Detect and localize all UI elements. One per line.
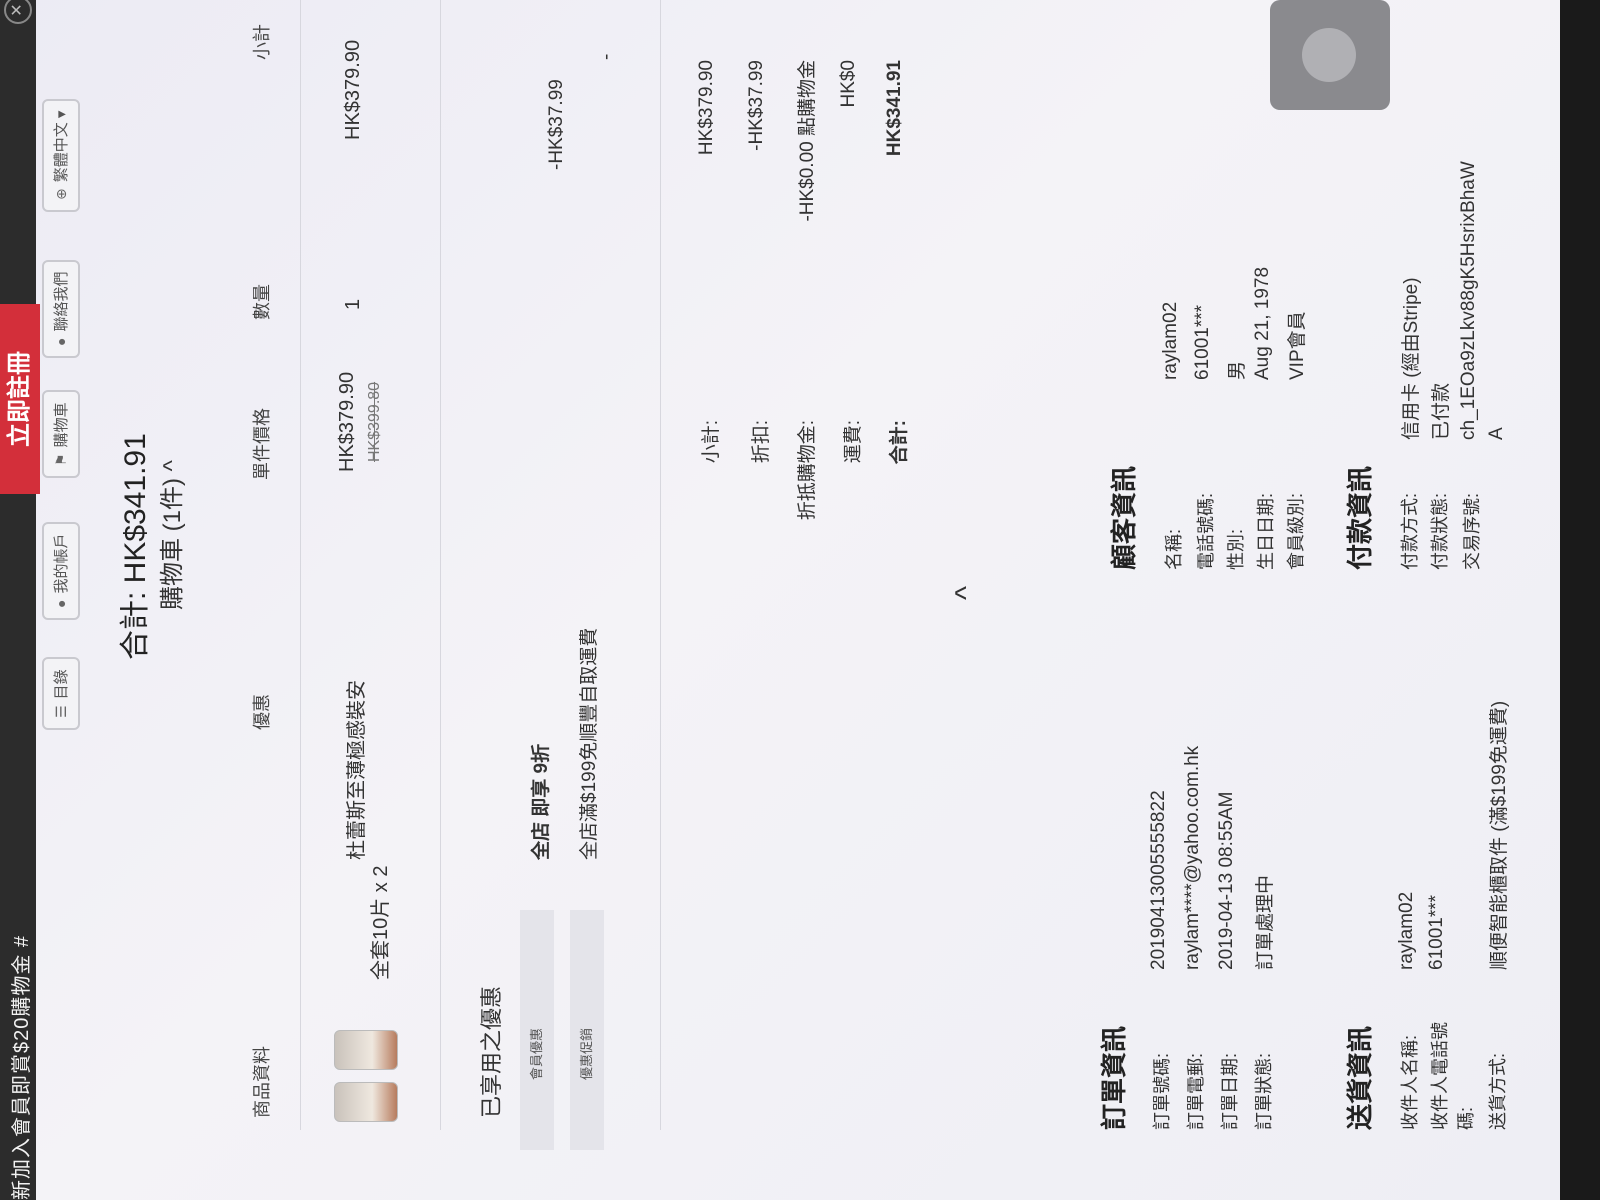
header-unit-price: 單件價格 [252,408,272,480]
divider [440,0,441,1130]
cart-total-heading: 合計: HK$341.91 [119,433,152,660]
offer-amount: - [596,53,617,60]
customer-level-label: 會員級別: [1286,492,1306,570]
shipping-label: 運費: [843,420,864,464]
payment-status: 已付款 [1431,382,1452,440]
customer-level: VIP會員 [1287,311,1308,380]
customer-birthday-label: 生日日期: [1256,492,1276,570]
order-number-label: 訂單號碼: [1152,1052,1172,1130]
nav-menu-label: 目錄 [53,669,70,700]
nav-contact-button[interactable]: ● 聯絡我們 [42,259,80,358]
nav-cart-label: 購物車 [53,402,70,448]
order-info-title: 訂單資訊 [1099,1025,1129,1130]
divider [660,0,661,1130]
discount-value: -HK$37.99 [746,60,767,151]
order-date-label: 訂單日期: [1220,1052,1240,1130]
offer-text: 全店 即享 9折 [531,743,552,860]
original-price: HK$399.80 [366,381,383,462]
customer-info-title: 顧客資訊 [1109,465,1139,570]
recipient-phone-label-cont: 碼: [1456,1106,1476,1130]
customer-phone: 61001*** [1192,304,1213,380]
transaction-label: 交易序號: [1462,492,1482,570]
nav-account-button[interactable]: ● 我的帳戶 [42,521,80,620]
chat-icon: ● [53,337,69,346]
row-subtotal: HK$379.90 [342,39,364,140]
customer-birthday: Aug 21, 1978 [1252,266,1273,380]
phone-screen: 新加入會員即賞$20購物金 # ✕ 立即註冊 ☰ 目錄 ● 我的帳戶 ⚑ 購物車 ● 聯… [0,0,1560,1200]
assistive-touch-button[interactable] [1270,0,1390,110]
shipping-info-title: 送貨資訊 [1345,1025,1375,1130]
header-subtotal: 小計 [252,24,272,60]
offer-amount: -HK$37.99 [546,79,567,170]
credit-value: -HK$0.00 點購物金 [797,60,818,222]
product-image [334,1082,398,1122]
customer-name: raylam02 [1160,301,1181,380]
offers-title: 已享用之優惠 [479,985,504,1118]
total-value: HK$341.91 [884,60,905,157]
collapse-icon[interactable]: ^ [950,586,984,600]
nav-contact-label: 聯絡我們 [53,271,70,332]
transaction-id-cont: A [1486,427,1507,440]
product-name[interactable]: 杜蕾斯至薄極感裝安 [340,680,369,860]
recipient-phone-label: 收件人電話號 [1430,1022,1450,1130]
offer-tag: 優惠促銷 [570,910,604,1150]
customer-phone-label: 電話號碼: [1196,492,1216,570]
promo-bar: 新加入會員即賞$20購物金 # ✕ [0,0,36,1200]
total-label: 合計: [889,420,910,465]
customer-name-label: 名稱: [1164,528,1184,570]
language-select[interactable]: ⊕ 繁體中文 ▾ [42,98,80,212]
globe-icon: ⊕ [53,188,69,200]
discount-label: 折扣: [751,420,772,464]
header-qty: 數量 [252,284,272,320]
credit-label: 折抵購物金: [797,420,818,521]
order-email: raylam****@yahoo.com.hk [1182,745,1203,970]
device-bezel [1560,0,1600,1200]
recipient-phone: 61001*** [1426,894,1447,970]
payment-status-label: 付款狀態: [1430,492,1450,570]
assistive-touch-dot [1302,28,1356,82]
recipient-label: 收件人名稱: [1400,1034,1420,1130]
menu-icon: ☰ [53,705,69,718]
divider [300,0,301,1130]
language-label: 繁體中文 [53,122,70,183]
nav-cart-button[interactable]: ⚑ 購物車 [42,390,80,478]
shipping-value: HK$0 [838,60,859,108]
payment-method-label: 付款方式: [1400,492,1420,570]
close-icon[interactable]: ✕ [4,0,32,24]
cart-count-toggle[interactable]: 購物車 (1件) ^ [152,460,187,610]
signup-button[interactable]: 立即註冊 [0,304,40,494]
subtotal-value: HK$379.90 [696,60,717,156]
customer-gender: 男 [1227,360,1248,380]
offer-tag: 會員優惠 [520,910,554,1150]
order-email-label: 訂單電郵: [1186,1052,1206,1130]
user-icon: ● [53,599,69,608]
product-image [334,1030,398,1070]
order-status-label: 訂單狀態: [1254,1052,1274,1130]
promo-text: 新加入會員即賞$20購物金 # [11,934,33,1200]
chevron-down-icon: ▾ [53,110,70,119]
nav-menu-button[interactable]: ☰ 目錄 [42,657,80,730]
recipient-name: raylam02 [1396,891,1417,970]
subtotal-label: 小計: [701,420,722,464]
payment-info-title: 付款資訊 [1345,465,1375,570]
unit-price: HK$379.90 [336,371,358,472]
header-discount: 優惠 [252,694,272,730]
order-date: 2019-04-13 08:55AM [1216,791,1237,970]
product-variant: 全套10片 x 2 [370,865,392,980]
header-product: 商品資料 [252,1046,272,1118]
transaction-id: ch_1EOa9zLkv88gK5HsrixBhaW [1458,161,1479,440]
order-number: 20190413005555822 [1148,790,1169,970]
cart-icon: ⚑ [53,453,69,466]
customer-gender-label: 性別: [1226,528,1246,570]
rotated-page: 新加入會員即賞$20購物金 # ✕ 立即註冊 ☰ 目錄 ● 我的帳戶 ⚑ 購物車 ● 聯… [0,0,1560,1200]
delivery-method-label: 送貨方式: [1488,1052,1508,1130]
order-status: 訂單處理中 [1255,874,1276,970]
quantity: 1 [342,298,364,310]
payment-method: 信用卡 (經由Stripe) [1401,277,1422,440]
offer-text: 全店滿$199免順豐自取運費 [579,627,600,860]
nav-account-label: 我的帳戶 [53,533,70,594]
delivery-method: 順便智能櫃取件 (滿$199免運費) [1489,700,1510,970]
